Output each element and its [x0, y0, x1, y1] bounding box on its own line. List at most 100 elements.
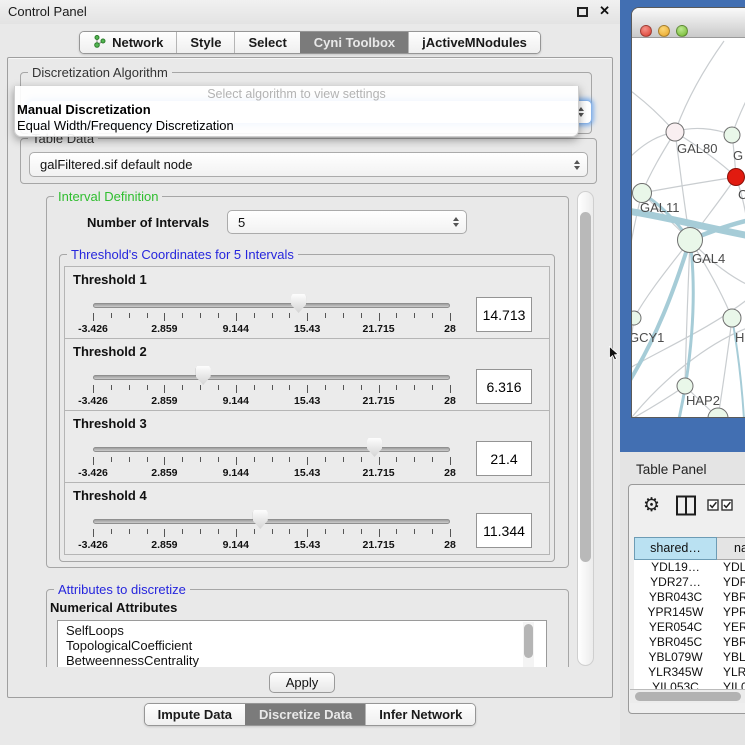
table-data-combobox[interactable]: galFiltered.sif default node [29, 152, 588, 177]
slider-thumb[interactable] [291, 294, 306, 313]
threshold-value-input[interactable] [476, 441, 532, 476]
attributes-list-scrollbar[interactable] [523, 622, 534, 667]
tab-jactivemnodules[interactable]: jActiveMNodules [408, 32, 540, 53]
threshold-slider[interactable]: -3.4262.8599.14415.4321.71528 [93, 483, 450, 556]
network-edge[interactable] [632, 318, 634, 379]
tab-impute-data[interactable]: Impute Data [145, 704, 245, 725]
tab-discretize-data[interactable]: Discretize Data [245, 704, 365, 725]
network-edge[interactable] [632, 240, 690, 385]
table-cell-shared-name[interactable]: YBR045C [634, 635, 717, 650]
table-cell-name[interactable]: YDL1 [717, 560, 745, 575]
threshold-value-input[interactable] [476, 513, 532, 548]
dropdown-placeholder-item[interactable]: Select algorithm to view settings [15, 87, 578, 102]
table-cell-name[interactable]: YER0 [717, 620, 745, 635]
tab-style[interactable]: Style [176, 32, 234, 53]
table-cell-shared-name[interactable]: YDR27… [634, 575, 717, 590]
threshold-value-input[interactable] [476, 297, 532, 332]
table-row[interactable]: YER054CYER0 [634, 620, 745, 635]
attribute-item[interactable]: TopologicalCoefficient [58, 638, 546, 653]
network-node[interactable] [678, 228, 703, 253]
tab-cyni-toolbox[interactable]: Cyni Toolbox [300, 32, 408, 53]
network-window-titlebar [632, 8, 745, 38]
table-cell-shared-name[interactable]: YDL19… [634, 560, 717, 575]
numerical-attributes-list[interactable]: SelfLoopsTopologicalCoefficientBetweenne… [57, 620, 547, 667]
close-icon[interactable]: ✕ [599, 4, 610, 18]
network-node[interactable] [677, 378, 693, 394]
float-window-icon[interactable] [577, 7, 588, 17]
apply-button[interactable]: Apply [269, 672, 335, 693]
table-row[interactable]: YDR27…YDR2 [634, 575, 745, 590]
table-cell-name[interactable]: YDR2 [717, 575, 745, 590]
threshold-slider[interactable]: -3.4262.8599.14415.4321.71528 [93, 267, 450, 340]
slider-tick-label: 21.715 [363, 395, 395, 407]
table-cell-name[interactable]: YBR0 [717, 590, 745, 605]
table-horizontal-scrollbar[interactable] [630, 689, 745, 703]
network-node[interactable] [708, 408, 728, 418]
dropdown-option-manual-discretization[interactable]: Manual Discretization [15, 102, 578, 118]
zoom-traffic-light-icon[interactable] [676, 25, 688, 37]
minimize-traffic-light-icon[interactable] [658, 25, 670, 37]
table-cell-shared-name[interactable]: YBR043C [634, 590, 717, 605]
table-row[interactable]: YLR345WYLR3 [634, 665, 745, 680]
column-header-shared-name[interactable]: shared… [634, 537, 717, 560]
attribute-item[interactable]: BetweennessCentrality [58, 653, 546, 667]
split-view-icon[interactable] [675, 495, 697, 521]
slider-track[interactable] [93, 519, 450, 524]
tab-infer-network[interactable]: Infer Network [365, 704, 475, 725]
slider-tick-label: 15.43 [294, 395, 320, 407]
column-header-name[interactable]: name [717, 537, 745, 560]
table-cell-name[interactable]: YPR1 [717, 605, 745, 620]
scrollbar-thumb[interactable] [580, 212, 591, 562]
scrollbar-thumb[interactable] [635, 692, 741, 701]
scrollbar-thumb[interactable] [524, 624, 533, 658]
gear-icon[interactable]: ⚙ [643, 494, 660, 516]
table-row[interactable]: YBL079WYBL0 [634, 650, 745, 665]
network-edge[interactable] [632, 386, 685, 418]
network-edge[interactable] [675, 41, 724, 132]
table-cell-name[interactable]: YBR0 [717, 635, 745, 650]
threshold-value-input[interactable] [476, 369, 532, 404]
slider-track[interactable] [93, 375, 450, 380]
settings-scroll-viewport: Interval Definition Number of Intervals … [14, 190, 574, 667]
table-cell-shared-name[interactable]: YBL079W [634, 650, 717, 665]
tab-network[interactable]: Network [80, 32, 176, 53]
network-edge[interactable] [736, 177, 745, 237]
table-row[interactable]: YDL19…YDL1 [634, 560, 745, 575]
table-row[interactable]: YBR043CYBR0 [634, 590, 745, 605]
slider-thumb[interactable] [196, 366, 211, 385]
network-edge[interactable] [634, 240, 690, 318]
table-cell-name[interactable]: YLR3 [717, 665, 745, 680]
slider-track[interactable] [93, 447, 450, 452]
threshold-slider[interactable]: -3.4262.8599.14415.4321.71528 [93, 411, 450, 484]
network-node[interactable] [723, 309, 741, 327]
close-traffic-light-icon[interactable] [640, 25, 652, 37]
network-node-label: G [733, 148, 743, 163]
slider-thumb[interactable] [367, 438, 382, 457]
table-row[interactable]: YPR145WYPR1 [634, 605, 745, 620]
table-cell-shared-name[interactable]: YLR345W [634, 665, 717, 680]
network-node[interactable] [632, 311, 641, 325]
table-cell-shared-name[interactable]: YER054C [634, 620, 717, 635]
slider-thumb[interactable] [253, 510, 268, 529]
settings-vertical-scrollbar[interactable] [577, 191, 594, 666]
node-table-widget: ⚙ shared… name YDL19… [628, 484, 745, 714]
threshold-panel: Threshold 4-3.4262.8599.14415.4321.71528 [64, 482, 550, 555]
slider-track[interactable] [93, 303, 450, 308]
table-cell-name[interactable]: YBL0 [717, 650, 745, 665]
select-columns-icon[interactable] [707, 499, 733, 511]
network-edge[interactable] [642, 132, 675, 193]
network-edge[interactable] [718, 318, 732, 418]
slider-tick-label: -3.426 [78, 395, 108, 407]
attribute-item[interactable]: SelfLoops [58, 623, 546, 638]
threshold-slider[interactable]: -3.4262.8599.14415.4321.71528 [93, 339, 450, 412]
number-of-intervals-combobox[interactable]: 5 [227, 210, 467, 234]
table-cell-shared-name[interactable]: YPR145W [634, 605, 717, 620]
table-row[interactable]: YBR045CYBR0 [634, 635, 745, 650]
tab-select[interactable]: Select [234, 32, 299, 53]
network-canvas[interactable]: GAL80GCGAL11GAL4GCY1HHAP2 [632, 39, 745, 418]
network-edge[interactable] [642, 177, 736, 193]
network-node[interactable] [728, 169, 745, 186]
network-node[interactable] [724, 127, 740, 143]
network-node[interactable] [666, 123, 684, 141]
dropdown-option-equal-width[interactable]: Equal Width/Frequency Discretization [15, 118, 578, 134]
